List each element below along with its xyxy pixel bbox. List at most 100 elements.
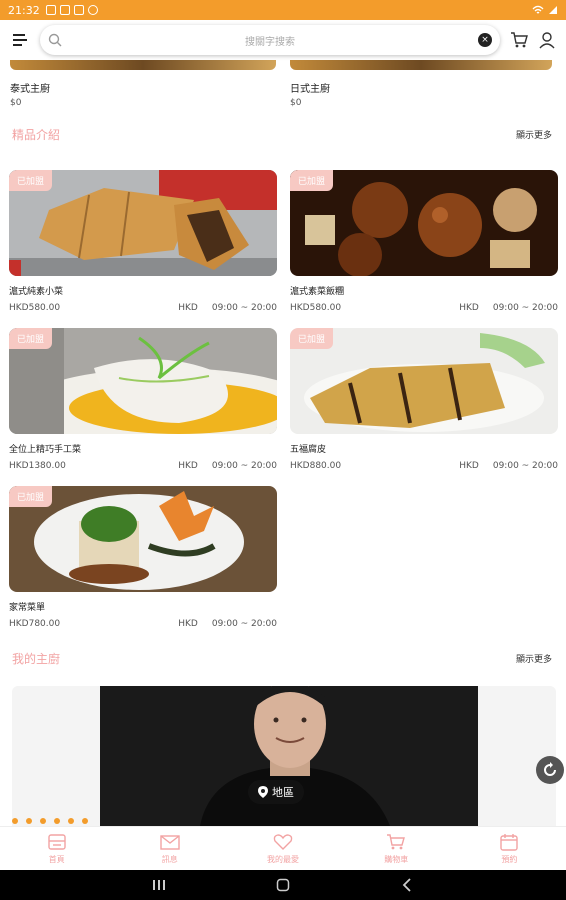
tab-label: 首頁 bbox=[48, 854, 65, 864]
item-price: HKD880.00 bbox=[290, 461, 342, 471]
carousel-dot[interactable] bbox=[54, 818, 60, 824]
notification-icon bbox=[73, 5, 84, 15]
status-badge: 已加盟 bbox=[290, 170, 334, 191]
search-input[interactable]: 搜關字搜索 × bbox=[40, 25, 500, 55]
item-name: 家常菜單 bbox=[9, 603, 46, 613]
tab-label: 我的最愛 bbox=[267, 854, 299, 864]
item-price: $0 bbox=[10, 98, 22, 108]
home-button-icon[interactable] bbox=[276, 878, 290, 892]
menu-icon[interactable] bbox=[10, 29, 30, 51]
item-name: 五福腐皮 bbox=[290, 445, 327, 455]
currency-label: HKD bbox=[178, 303, 198, 313]
currency-label: HKD bbox=[178, 619, 198, 629]
tab-messages[interactable]: 訊息 bbox=[113, 827, 226, 870]
item-price: HKD1380.00 bbox=[9, 461, 66, 471]
item-price: HKD780.00 bbox=[9, 619, 61, 629]
refresh-button[interactable] bbox=[536, 756, 564, 784]
product-card[interactable]: 已加盟 五福腐皮 HKD880.00 HKD 09:00 ~ 20:00 bbox=[290, 328, 558, 471]
carousel-dot[interactable] bbox=[12, 818, 18, 824]
partial-row: 泰式主廚 $0 日式主廚 $0 bbox=[0, 60, 566, 120]
region-label: 地區 bbox=[272, 786, 294, 799]
product-card[interactable]: 已加盟 家常菜單 HKD780.00 HKD 09:00 ~ 20:00 bbox=[9, 486, 277, 629]
product-card[interactable]: 已加盟 滬式純素小菜 HKD580.00 HKD 09:00 ~ 20:00 bbox=[9, 170, 277, 313]
dish-image[interactable]: 已加盟 bbox=[290, 170, 558, 276]
currency-label: HKD bbox=[459, 461, 479, 471]
recent-apps-icon[interactable] bbox=[152, 878, 166, 892]
notification-icon bbox=[87, 5, 98, 15]
status-badge: 已加盟 bbox=[9, 486, 53, 507]
user-icon[interactable] bbox=[538, 31, 556, 49]
system-icons bbox=[532, 5, 558, 15]
bottom-tab-bar: 首頁 訊息 我的最愛 購物車 預約 bbox=[0, 826, 566, 870]
back-icon[interactable] bbox=[400, 878, 414, 892]
opening-hours: 09:00 ~ 20:00 bbox=[211, 303, 277, 313]
item-price: $0 bbox=[290, 98, 302, 108]
carousel-dot[interactable] bbox=[40, 818, 46, 824]
featured-header: 精品介紹 顯示更多 bbox=[12, 126, 552, 143]
search-placeholder: 搜關字搜索 bbox=[245, 36, 295, 48]
tab-label: 購物車 bbox=[384, 854, 409, 864]
opening-hours: 09:00 ~ 20:00 bbox=[492, 303, 558, 313]
see-more-link[interactable]: 顯示更多 bbox=[516, 652, 552, 665]
notification-icon bbox=[45, 5, 56, 15]
product-card[interactable]: 已加盟 滬式素菜飯糰 HKD580.00 HKD 09:00 ~ 20:00 bbox=[290, 170, 558, 313]
section-title: 精品介紹 bbox=[12, 128, 61, 142]
opening-hours: 09:00 ~ 20:00 bbox=[211, 461, 277, 471]
chef-photo[interactable] bbox=[100, 686, 478, 826]
location-pin-icon bbox=[258, 786, 268, 798]
top-bar: 搜關字搜索 × bbox=[0, 20, 566, 60]
tab-booking[interactable]: 預約 bbox=[453, 827, 566, 870]
currency-label: HKD bbox=[459, 303, 479, 313]
region-button[interactable]: 地區 bbox=[248, 780, 304, 804]
battery-icon bbox=[549, 6, 557, 14]
notification-icon bbox=[59, 5, 70, 15]
system-nav-bar bbox=[0, 870, 566, 900]
search-icon bbox=[48, 33, 62, 47]
item-name: 滬式素菜飯糰 bbox=[290, 287, 345, 297]
item-name: 滬式純素小菜 bbox=[9, 287, 64, 297]
item-name[interactable]: 泰式主廚 bbox=[10, 80, 50, 95]
calendar-icon bbox=[500, 833, 519, 851]
tab-home[interactable]: 首頁 bbox=[0, 827, 113, 870]
chef-carousel[interactable]: 地區 bbox=[12, 686, 556, 826]
opening-hours: 09:00 ~ 20:00 bbox=[211, 619, 277, 629]
refresh-icon bbox=[544, 762, 556, 776]
dish-image[interactable]: 已加盟 bbox=[9, 328, 277, 434]
carousel-dot[interactable] bbox=[68, 818, 74, 824]
dish-image[interactable]: 已加盟 bbox=[9, 170, 277, 276]
dish-image[interactable] bbox=[10, 60, 276, 70]
main-content: 泰式主廚 $0 日式主廚 $0 精品介紹 顯示更多 已加盟 滬式純素小菜 HKD… bbox=[0, 60, 566, 826]
item-price: HKD580.00 bbox=[290, 303, 342, 313]
dish-image[interactable]: 已加盟 bbox=[290, 328, 558, 434]
see-more-link[interactable]: 顯示更多 bbox=[516, 128, 552, 141]
status-time: 21:32 bbox=[8, 3, 40, 17]
close-icon[interactable]: × bbox=[478, 33, 492, 47]
dish-image[interactable]: 已加盟 bbox=[9, 486, 277, 592]
cart-icon bbox=[387, 833, 406, 849]
cart-icon[interactable] bbox=[510, 31, 528, 49]
chefs-header: 我的主廚 顯示更多 bbox=[12, 650, 552, 667]
tab-favorites[interactable]: 我的最愛 bbox=[226, 827, 339, 870]
dish-image[interactable] bbox=[290, 60, 552, 70]
carousel-dot[interactable] bbox=[82, 818, 88, 824]
tab-label: 訊息 bbox=[161, 854, 178, 864]
product-card[interactable]: 已加盟 全位上精巧手工菜 HKD1380.00 HKD 09:00 ~ 20:0… bbox=[9, 328, 277, 471]
wifi-icon bbox=[532, 5, 544, 14]
section-title: 我的主廚 bbox=[12, 652, 61, 666]
opening-hours: 09:00 ~ 20:00 bbox=[492, 461, 558, 471]
item-price: HKD580.00 bbox=[9, 303, 61, 313]
carousel-dots bbox=[12, 818, 88, 824]
notification-icons bbox=[45, 5, 98, 15]
carousel-dot[interactable] bbox=[26, 818, 32, 824]
tab-cart[interactable]: 購物車 bbox=[340, 827, 453, 870]
tab-label: 預約 bbox=[501, 854, 518, 864]
status-badge: 已加盟 bbox=[9, 328, 53, 349]
heart-icon bbox=[273, 833, 293, 850]
mail-icon bbox=[160, 834, 180, 850]
status-bar: 21:32 bbox=[0, 0, 566, 20]
item-name[interactable]: 日式主廚 bbox=[290, 80, 330, 95]
status-badge: 已加盟 bbox=[290, 328, 334, 349]
item-name: 全位上精巧手工菜 bbox=[9, 445, 82, 455]
status-badge: 已加盟 bbox=[9, 170, 53, 191]
home-icon bbox=[47, 833, 66, 850]
